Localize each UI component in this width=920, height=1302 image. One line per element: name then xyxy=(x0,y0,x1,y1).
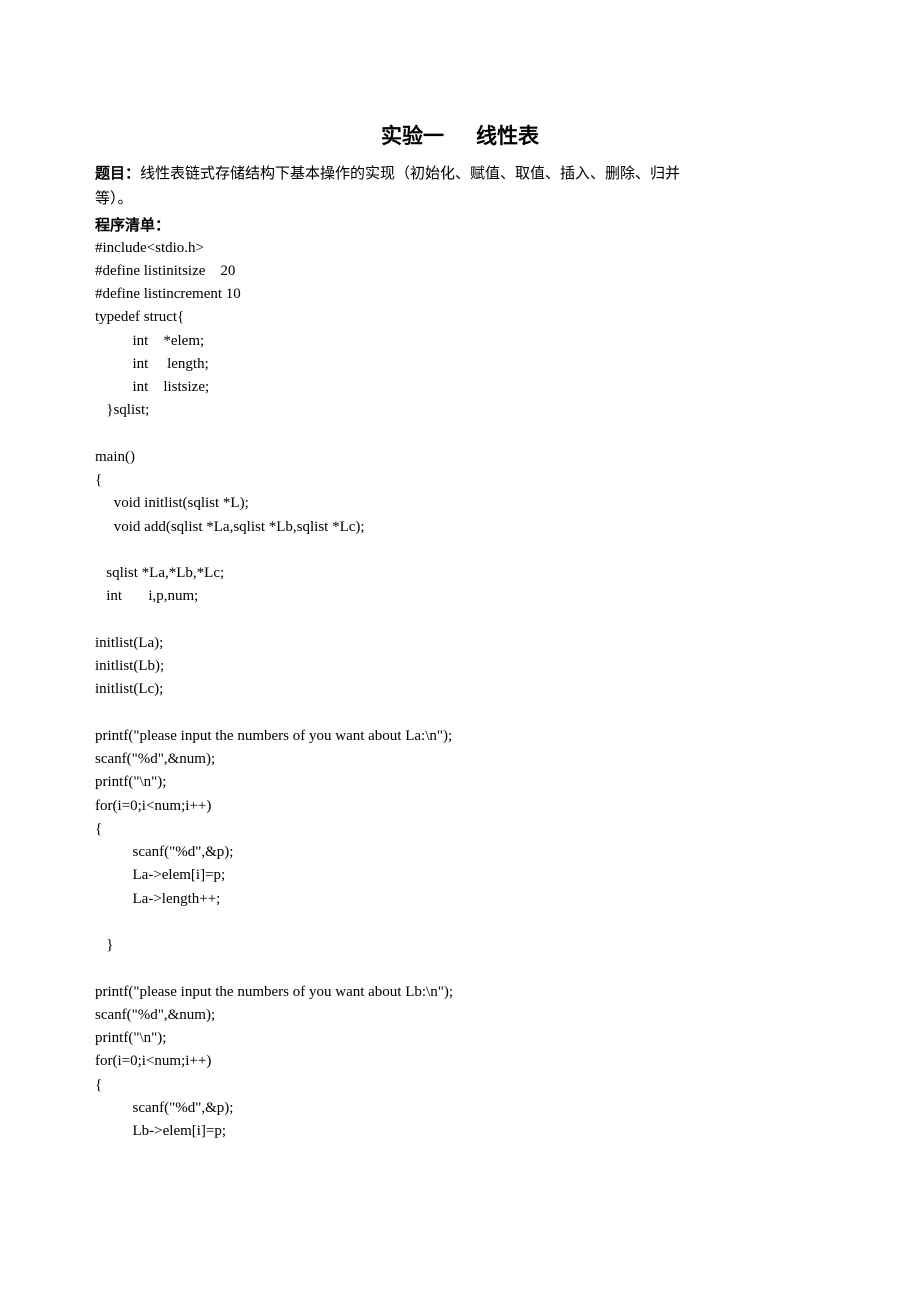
topic-text-2: 等）。 xyxy=(95,191,133,207)
topic-line-1: 题目：线性表链式存储结构下基本操作的实现（初始化、赋值、取值、插入、删除、归并 xyxy=(95,162,825,186)
code-listing: #include<stdio.h> #define listinitsize 2… xyxy=(95,237,825,1144)
title-left: 实验一 xyxy=(381,125,444,148)
topic-label: 题目： xyxy=(95,165,140,182)
title-right: 线性表 xyxy=(476,125,539,148)
topic-line-2: 等）。 xyxy=(95,188,825,211)
topic-text-1: 线性表链式存储结构下基本操作的实现（初始化、赋值、取值、插入、删除、归并 xyxy=(140,166,680,182)
page-title: 实验一 线性表 xyxy=(95,120,825,150)
listing-label: 程序清单： xyxy=(95,214,825,235)
